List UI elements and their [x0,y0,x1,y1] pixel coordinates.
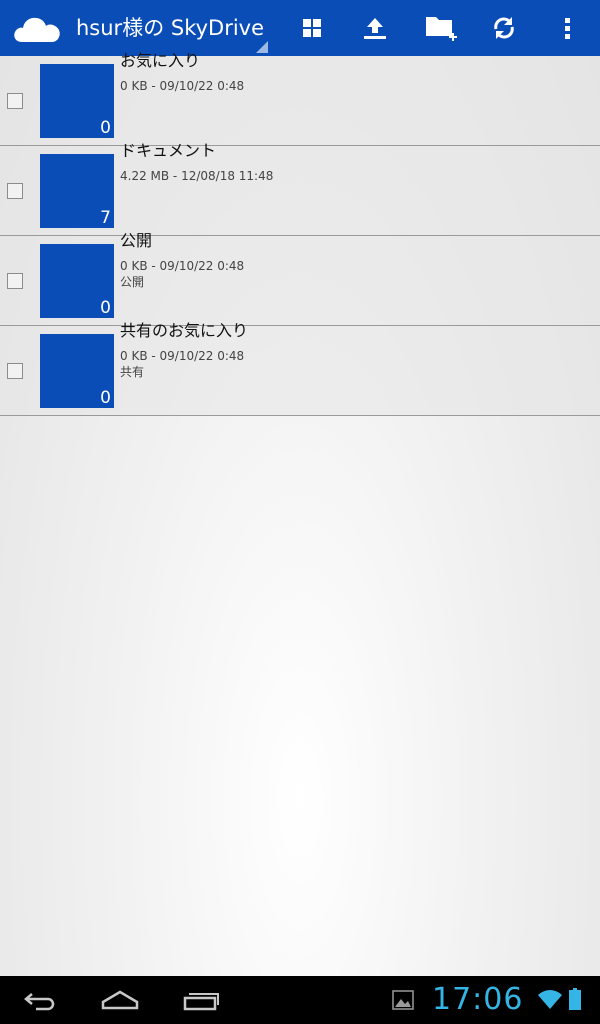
folder-sharing: 共有 [120,365,145,379]
folder-meta: 0 KB - 09/10/22 0:48 [120,349,245,363]
battery-icon [569,988,581,1016]
folder-row[interactable]: 0 公開 0 KB - 09/10/22 0:48 公開 [0,231,600,326]
wifi-icon [537,988,563,1016]
folder-sharing: 公開 [120,275,145,289]
folder-thumbnail[interactable]: 0 [40,64,114,138]
back-icon[interactable] [22,986,58,1014]
folder-row[interactable]: 0 お気に入り 0 KB - 09/10/22 0:48 [0,51,600,146]
action-bar: hsur様の SkyDrive [0,0,600,56]
grid-view-icon[interactable] [296,12,328,44]
folder-name: お気に入り [120,51,201,69]
account-title[interactable]: hsur様の SkyDrive [76,14,264,42]
gallery-notification-icon[interactable] [392,990,414,1018]
home-icon[interactable] [100,986,140,1014]
status-clock: 17:06 [432,982,524,1017]
recent-apps-icon[interactable] [182,986,220,1014]
folder-thumbnail[interactable]: 0 [40,244,114,318]
folder-row[interactable]: 0 共有のお気に入り 0 KB - 09/10/22 0:48 共有 [0,321,600,416]
select-checkbox[interactable] [7,93,23,109]
item-count: 0 [100,298,111,318]
dropdown-indicator-icon [256,38,268,53]
item-count: 0 [100,388,111,408]
refresh-icon[interactable] [488,12,520,44]
folder-meta: 0 KB - 09/10/22 0:48 [120,259,245,273]
item-count: 0 [100,118,111,138]
folder-name: 公開 [120,231,153,249]
skydrive-cloud-icon[interactable] [12,12,62,44]
select-checkbox[interactable] [7,183,23,199]
folder-thumbnail[interactable]: 0 [40,334,114,408]
folder-name: 共有のお気に入り [120,321,249,339]
item-count: 7 [100,208,111,228]
folder-meta: 0 KB - 09/10/22 0:48 [120,79,245,93]
folder-name: ドキュメント [120,141,217,159]
new-folder-icon[interactable] [424,12,460,44]
select-checkbox[interactable] [7,273,23,289]
folder-meta: 4.22 MB - 12/08/18 11:48 [120,169,274,183]
folder-thumbnail[interactable]: 7 [40,154,114,228]
overflow-menu-icon[interactable] [552,12,584,44]
folder-list: 0 お気に入り 0 KB - 09/10/22 0:48 7 ドキュメント 4.… [0,51,600,416]
upload-icon[interactable] [359,12,391,44]
select-checkbox[interactable] [7,363,23,379]
folder-row[interactable]: 7 ドキュメント 4.22 MB - 12/08/18 11:48 [0,141,600,236]
